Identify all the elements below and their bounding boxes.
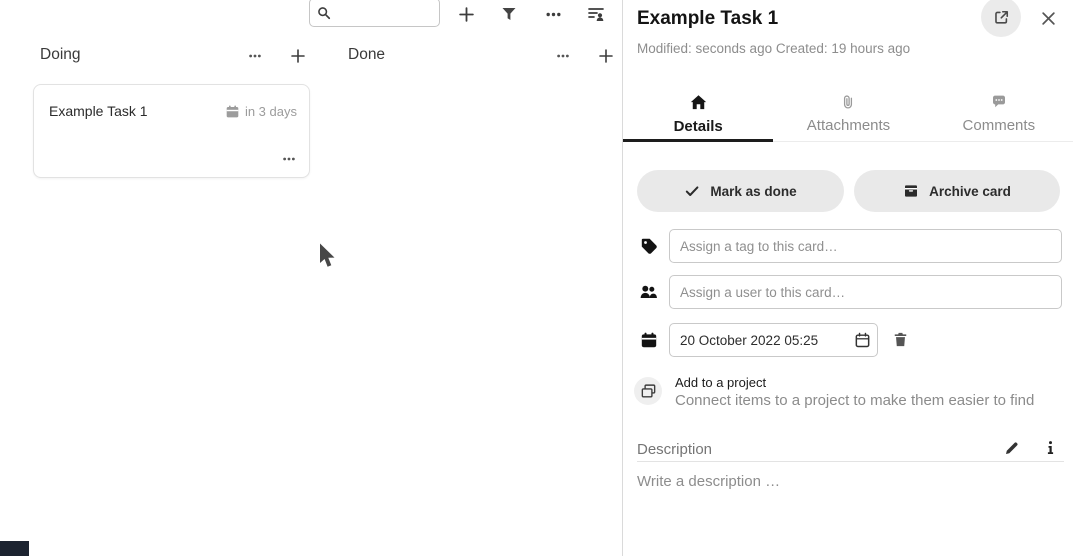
filter-button[interactable] <box>496 1 522 27</box>
archive-card-label: Archive card <box>929 184 1011 199</box>
archive-card-button[interactable]: Archive card <box>854 170 1060 212</box>
doing-column-menu-button[interactable] <box>242 43 268 69</box>
users-icon <box>638 282 658 302</box>
active-tab-underline <box>623 139 773 142</box>
assign-tag-input[interactable] <box>669 229 1062 263</box>
paperclip-icon <box>840 94 856 110</box>
date-picker-button[interactable] <box>849 327 875 353</box>
tab-comments[interactable]: Comments <box>924 85 1073 142</box>
search-input[interactable] <box>336 2 436 24</box>
tab-comments-label: Comments <box>963 117 1036 134</box>
calendar-icon <box>639 330 659 350</box>
edit-description-button[interactable] <box>999 435 1025 461</box>
background-window-corner <box>0 541 29 556</box>
plus-icon <box>290 48 306 64</box>
card-menu-button[interactable] <box>276 146 302 172</box>
column-title-done: Done <box>348 46 385 64</box>
card-due-badge: in 3 days <box>225 104 297 119</box>
description-divider <box>637 461 1064 462</box>
card-title: Example Task 1 <box>49 103 148 119</box>
card-due-text: in 3 days <box>245 104 297 119</box>
info-icon <box>1043 440 1058 456</box>
projects-icon <box>640 383 657 400</box>
search-icon <box>317 6 331 20</box>
mark-as-done-label: Mark as done <box>710 184 796 199</box>
tag-icon <box>639 236 659 256</box>
plus-icon <box>598 48 614 64</box>
add-to-project-subtitle: Connect items to a project to make them … <box>675 392 1034 409</box>
panel-meta: Modified: seconds ago Created: 19 hours … <box>637 41 910 56</box>
kanban-board: Doing Example Task 1 in 3 days <box>0 0 622 556</box>
open-in-window-button[interactable] <box>981 0 1021 37</box>
trash-icon <box>892 331 909 348</box>
close-icon <box>1041 11 1056 26</box>
mouse-cursor <box>318 242 337 275</box>
mark-as-done-button[interactable]: Mark as done <box>637 170 844 212</box>
column-title-doing: Doing <box>40 46 81 64</box>
more-dots-icon <box>545 6 562 23</box>
tab-attachments[interactable]: Attachments <box>773 85 923 142</box>
more-dots-icon <box>282 152 296 166</box>
add-card-button[interactable] <box>453 1 479 27</box>
task-card[interactable]: Example Task 1 in 3 days <box>33 84 310 178</box>
comments-icon <box>991 94 1007 110</box>
tab-attachments-label: Attachments <box>807 117 890 134</box>
plus-icon <box>458 6 475 23</box>
funnel-icon <box>501 6 517 22</box>
external-link-icon <box>993 9 1010 26</box>
tab-details-label: Details <box>674 118 723 135</box>
close-panel-button[interactable] <box>1035 5 1061 31</box>
app-window: Doing Example Task 1 in 3 days <box>0 0 1073 556</box>
archive-icon <box>903 183 919 199</box>
description-info-button[interactable] <box>1037 435 1063 461</box>
description-label: Description <box>637 441 712 458</box>
more-dots-icon <box>556 49 570 63</box>
board-menu-button[interactable] <box>540 1 566 27</box>
done-add-card-button[interactable] <box>593 43 619 69</box>
search-box[interactable] <box>309 0 440 27</box>
calendar-picker-icon <box>854 332 871 349</box>
done-column-menu-button[interactable] <box>550 43 576 69</box>
panel-title: Example Task 1 <box>637 8 778 30</box>
assign-user-input[interactable] <box>669 275 1062 309</box>
home-icon <box>690 94 707 111</box>
check-icon <box>684 183 700 199</box>
detail-tabs: Details Attachments Comments <box>623 85 1073 142</box>
tab-details[interactable]: Details <box>623 85 773 142</box>
add-to-project-button[interactable] <box>634 377 662 405</box>
due-date-input[interactable] <box>669 323 878 357</box>
more-dots-icon <box>248 49 262 63</box>
card-detail-panel: Example Task 1 Modified: seconds ago Cre… <box>622 0 1073 556</box>
add-to-project-title[interactable]: Add to a project <box>675 375 766 390</box>
remove-due-date-button[interactable] <box>887 326 913 352</box>
doing-add-card-button[interactable] <box>285 43 311 69</box>
assigned-cards-button[interactable] <box>583 1 609 27</box>
pencil-icon <box>1004 440 1020 456</box>
assigned-list-icon <box>587 5 605 23</box>
description-placeholder[interactable]: Write a description … <box>637 473 780 490</box>
calendar-icon <box>225 104 240 119</box>
